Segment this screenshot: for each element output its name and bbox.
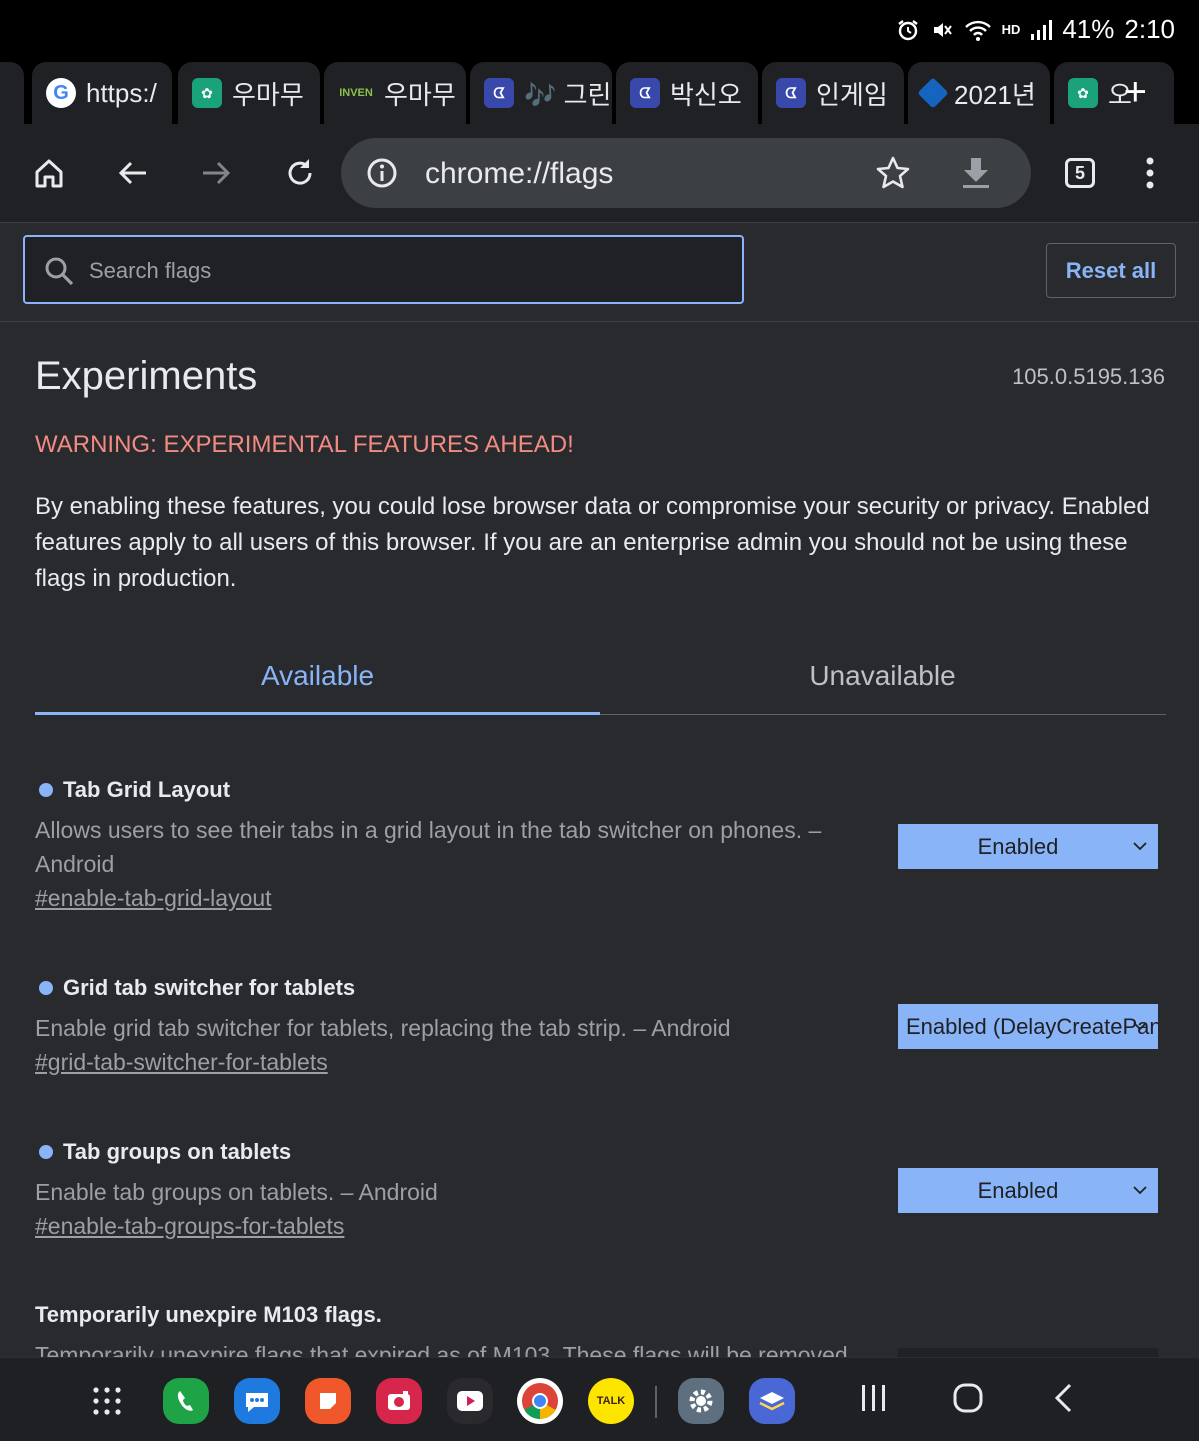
browser-tab[interactable] [0,62,24,124]
page-title: Experiments [35,354,258,398]
flags-search-header: Reset all [0,223,1199,322]
cube-icon [917,77,949,109]
flag-permalink[interactable]: #enable-tab-grid-layout [35,885,272,912]
home-nav-icon[interactable] [952,1382,984,1419]
chrome-icon[interactable] [517,1378,563,1424]
site-icon-green: ✿ [192,78,222,108]
phone-icon[interactable] [163,1378,209,1424]
site-icon-blue: ᗧ [776,78,806,108]
url-text[interactable]: chrome://flags [425,157,613,191]
flag-description: Temporarily unexpire flags that expired … [35,1342,848,1357]
more-menu-icon[interactable] [1129,152,1171,194]
settings-icon[interactable] [678,1378,724,1424]
battery-level: 41% [1062,14,1115,44]
recent-apps-icon[interactable] [860,1382,888,1419]
site-icon-green: ✿ [1068,78,1098,108]
alarm-icon [896,18,920,42]
flag-state-select[interactable]: Enabled [898,1168,1158,1213]
google-icon: G [46,78,76,108]
android-nav-bar: TALK [0,1357,1199,1441]
site-icon-blue: ᗧ [484,78,514,108]
flag-state-select[interactable]: Enabled [898,824,1158,869]
intro-text: By enabling these features, you could lo… [35,493,1150,592]
browser-tab[interactable]: ✿ 오 [1054,62,1174,124]
tab-count: 5 [1065,158,1095,188]
status-bar: HD 41% 2:10 [0,0,1199,58]
chevron-down-icon [1133,1186,1147,1195]
tab-switcher-button[interactable]: 5 [1059,152,1101,194]
browser-tab[interactable]: ᗧ 박신오 [616,62,758,124]
download-icon[interactable] [959,155,993,196]
clock: 2:10 [1124,14,1175,44]
back-arrow-icon[interactable] [112,152,154,194]
signal-icon [1030,19,1053,41]
camera-icon[interactable] [376,1378,422,1424]
flag-title: Grid tab switcher for tablets [63,975,356,1000]
browser-tab[interactable]: ᗧ 🎶 그린 [470,62,612,124]
chevron-down-icon [1133,1022,1147,1031]
flag-description: Allows users to see their tabs in a grid… [35,817,822,877]
reset-all-button[interactable]: Reset all [1046,243,1176,298]
version-number: 105.0.5195.136 [1012,364,1165,389]
wifi-icon [964,18,992,42]
flag-title: Temporarily unexpire M103 flags. [35,1302,382,1327]
browser-tab[interactable]: G https:/ [32,62,172,124]
flag-description: Enable grid tab switcher for tablets, re… [35,1015,731,1041]
inven-icon: INVEN [339,87,373,99]
flag-title: Tab Grid Layout [63,777,231,802]
flag-permalink[interactable]: #grid-tab-switcher-for-tablets [35,1049,328,1076]
stack-icon[interactable] [749,1378,795,1424]
forward-arrow-icon[interactable] [195,152,237,194]
reload-icon[interactable] [279,152,321,194]
browser-tab[interactable]: 2021년 [908,62,1050,124]
messages-icon[interactable] [234,1378,280,1424]
chevron-down-icon [1133,842,1147,851]
flag-title: Tab groups on tablets [63,1139,292,1164]
browser-toolbar: chrome://flags 5 [0,124,1199,223]
tab-unavailable[interactable]: Unavailable [600,640,1165,712]
video-icon[interactable] [447,1378,493,1424]
kakaotalk-icon[interactable]: TALK [588,1378,634,1424]
home-icon[interactable] [28,152,70,194]
browser-tab[interactable]: INVEN 우마무 [324,62,466,124]
site-icon-blue: ᗧ [630,78,660,108]
flag-tabs: Available Unavailable [35,640,1166,715]
warning-text: WARNING: EXPERIMENTAL FEATURES AHEAD! [35,431,574,458]
hd-voice-icon: HD [1001,22,1021,37]
mute-icon [930,18,954,42]
flag-state-select[interactable] [898,1348,1158,1357]
modified-dot-icon [39,981,53,995]
dock-divider [655,1386,657,1418]
notes-icon[interactable] [305,1378,351,1424]
apps-grid-icon[interactable] [84,1378,130,1424]
modified-dot-icon [39,783,53,797]
new-tab-plus-icon[interactable]: + [1124,72,1147,112]
tab-available[interactable]: Available [35,640,600,715]
search-icon [43,255,75,292]
flag-permalink[interactable]: #enable-tab-groups-for-tablets [35,1213,344,1240]
tab-strip: G https:/ ✿ 우마무 INVEN 우마무 ᗧ 🎶 그린 ᗧ 박신오 ᗧ… [0,58,1199,124]
bookmark-star-icon[interactable] [875,155,911,196]
info-icon[interactable] [366,157,398,194]
search-box[interactable] [23,235,744,304]
flag-state-select[interactable]: Enabled (DelayCreatePane) [898,1004,1158,1049]
address-bar[interactable]: chrome://flags [341,138,1031,208]
browser-tab[interactable]: ✿ 우마무 [178,62,320,124]
search-flags-input[interactable] [87,255,691,287]
browser-tab[interactable]: ᗧ 인게임 [762,62,904,124]
flag-description: Enable tab groups on tablets. – Android [35,1179,438,1205]
modified-dot-icon [39,1145,53,1159]
back-nav-icon[interactable] [1052,1382,1076,1419]
